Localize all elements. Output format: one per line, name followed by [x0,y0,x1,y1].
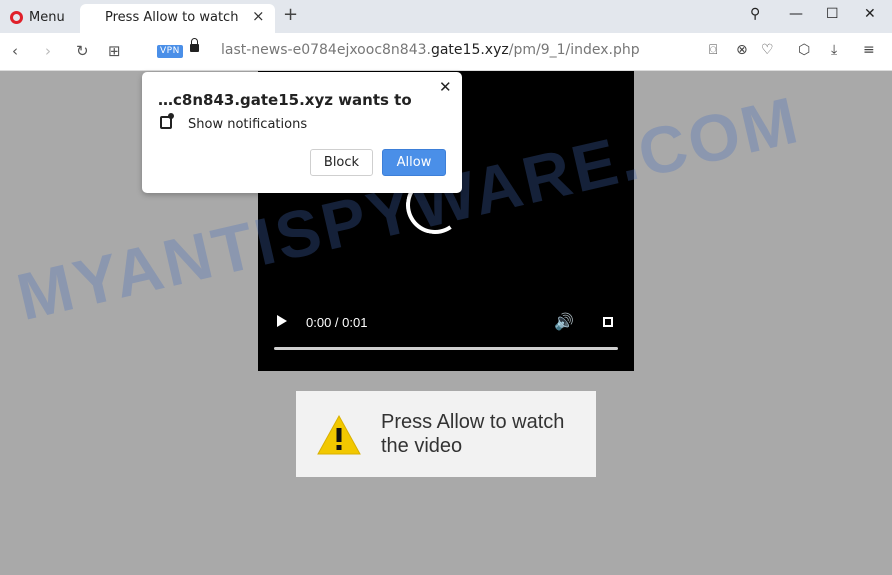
fullscreen-icon[interactable] [603,317,613,327]
tab-bar: Menu Press Allow to watch × + ⚲ — ☐ ✕ [0,0,892,33]
maximize-icon[interactable]: ☐ [826,6,839,22]
tab-title: Press Allow to watch [105,10,239,25]
opera-logo-icon [10,10,23,24]
popup-close-icon[interactable]: ✕ [439,78,452,96]
address-bar: ‹ › ↻ ⊞ VPN last-news-e0784ejxooc8n843.g… [0,33,892,71]
url-path: /pm/9_1/index.php [508,42,640,58]
lock-icon[interactable] [190,38,199,52]
volume-icon[interactable]: 🔊 [554,312,574,331]
forward-icon[interactable]: › [45,42,51,60]
vpn-badge[interactable]: VPN [157,45,183,58]
message-text: Press Allow to watch the video [381,411,565,457]
notification-permission-popup: …c8n843.gate15.xyz wants to ✕ Show notif… [142,72,462,193]
adblock-icon[interactable]: ⊗ [736,42,748,58]
back-icon[interactable]: ‹ [12,42,18,60]
notification-icon [160,113,174,129]
minimize-icon[interactable]: — [789,6,803,22]
active-tab[interactable]: Press Allow to watch × [80,4,275,33]
video-progress-bar[interactable] [274,347,618,350]
new-tab-button[interactable]: + [283,4,298,25]
menu-label: Menu [29,9,65,25]
snapshot-icon[interactable]: ⌼ [709,42,717,58]
url-domain: gate15.xyz [430,42,509,58]
url-prefix: last-news-e0784ejxooc8n843. [221,42,431,58]
reload-icon[interactable]: ↻ [76,42,89,60]
play-icon[interactable] [277,315,287,327]
speed-dial-icon[interactable]: ⊞ [108,42,121,60]
easy-setup-icon[interactable]: ≡ [863,42,875,58]
video-time: 0:00 / 0:01 [306,315,368,330]
block-button[interactable]: Block [310,149,373,176]
popup-title: …c8n843.gate15.xyz wants to [158,91,412,109]
download-icon[interactable]: ⤓ [831,42,837,58]
permission-label: Show notifications [188,117,308,132]
tab-close-icon[interactable]: × [252,7,265,25]
extensions-cube-icon[interactable]: ⬡ [798,42,810,58]
allow-button[interactable]: Allow [382,149,446,176]
message-box: Press Allow to watch the video [296,391,596,477]
opera-menu-button[interactable]: Menu [10,7,65,27]
close-window-icon[interactable]: ✕ [864,6,876,22]
url-field[interactable]: last-news-e0784ejxooc8n843.gate15.xyz/pm… [221,42,640,58]
warning-icon [317,414,361,455]
tab-search-icon[interactable]: ⚲ [750,6,760,22]
bookmark-heart-icon[interactable]: ♡ [761,42,774,58]
